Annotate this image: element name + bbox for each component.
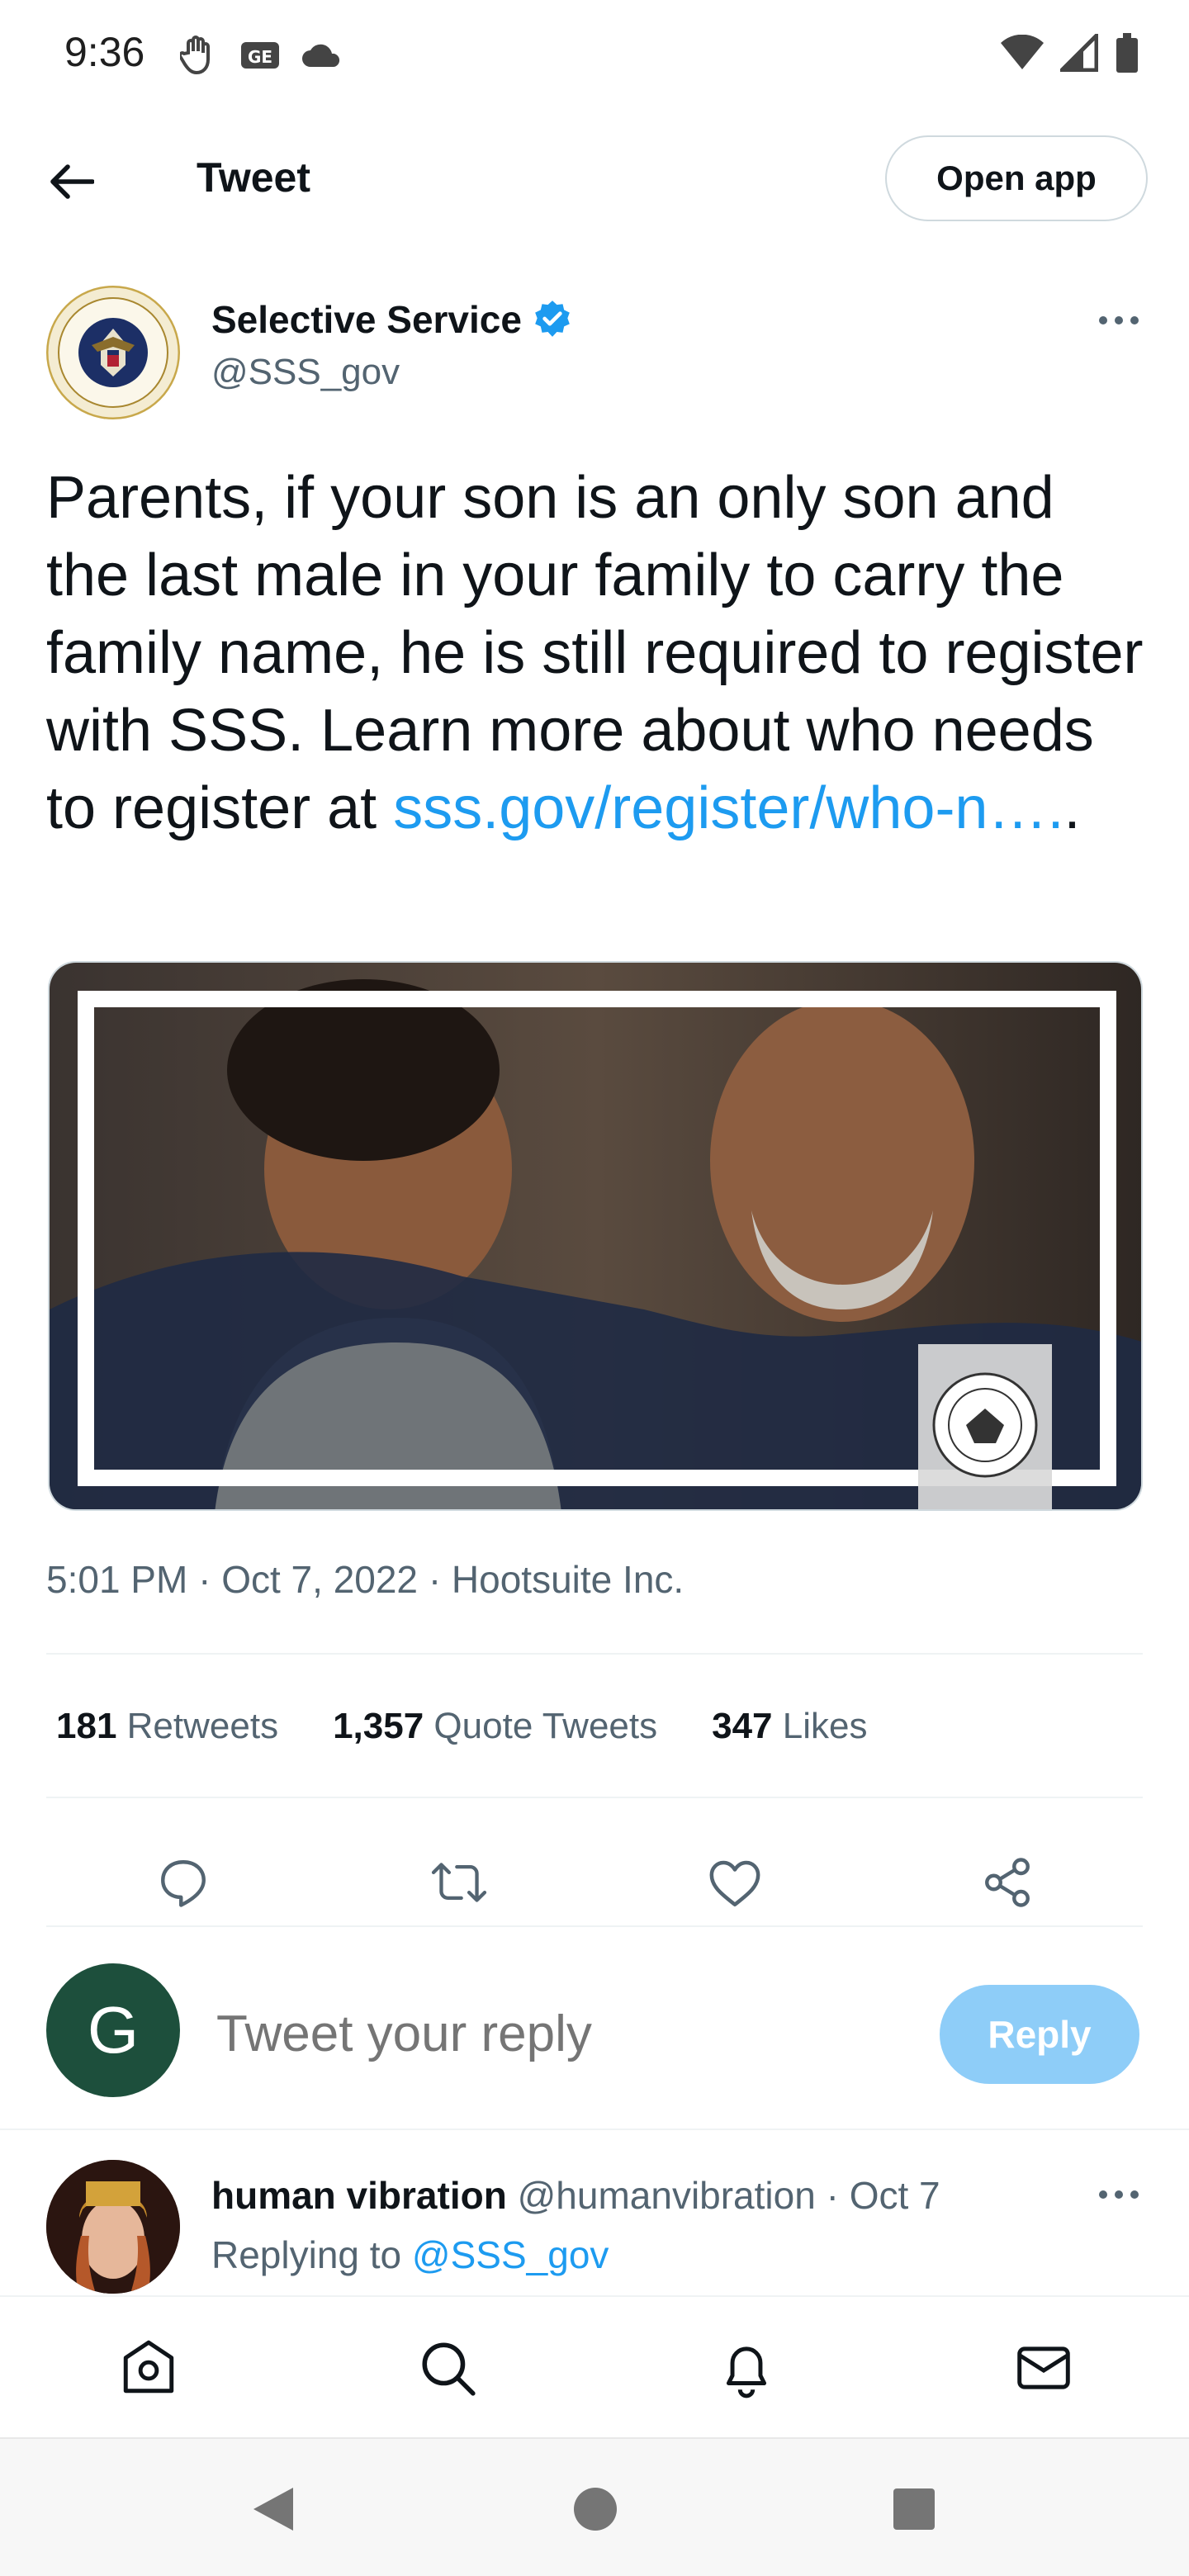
reply-date[interactable]: Oct 7 bbox=[850, 2174, 940, 2217]
comment-icon bbox=[161, 1860, 206, 1907]
signal-icon bbox=[1060, 34, 1098, 72]
status-bar: 9:36 GE bbox=[0, 0, 1189, 107]
status-icons-left: GE bbox=[180, 33, 343, 78]
tweet-trailing: . bbox=[1063, 775, 1081, 841]
reply-tweet[interactable]: human vibration @humanvibration · Oct 7 … bbox=[0, 2130, 1189, 2295]
user-avatar[interactable]: G bbox=[46, 1963, 180, 2097]
circle-home-icon bbox=[574, 2488, 617, 2531]
divider bbox=[46, 1797, 1143, 1798]
like-action-button[interactable] bbox=[694, 1841, 776, 1924]
nav-search[interactable] bbox=[406, 2327, 489, 2409]
reply-more-options-button[interactable] bbox=[1092, 2180, 1146, 2209]
system-nav-bar bbox=[0, 2437, 1189, 2576]
share-action-button[interactable] bbox=[966, 1841, 1049, 1924]
status-icons-right bbox=[1001, 33, 1139, 73]
tweet-stats: 181 Retweets 1,357 Quote Tweets 347 Like… bbox=[56, 1706, 867, 1747]
reply-composer: G Reply bbox=[0, 1957, 1189, 2130]
page-title: Tweet bbox=[197, 154, 310, 201]
tweet-link[interactable]: sss.gov/register/who-n…. bbox=[393, 775, 1063, 841]
verified-badge-icon bbox=[535, 301, 570, 337]
square-recents-icon bbox=[893, 2488, 935, 2530]
more-options-button[interactable] bbox=[1092, 305, 1146, 335]
svg-text:GE: GE bbox=[248, 47, 272, 67]
media-photo bbox=[50, 963, 1141, 1509]
arrow-left-icon bbox=[50, 164, 94, 199]
retweets-stat[interactable]: 181 Retweets bbox=[56, 1706, 278, 1747]
bell-icon bbox=[726, 2346, 767, 2398]
retweets-label: Retweets bbox=[126, 1706, 279, 1746]
reply-header: human vibration @humanvibration · Oct 7 bbox=[211, 2173, 940, 2218]
quotes-count: 1,357 bbox=[333, 1706, 424, 1746]
quotes-label: Quote Tweets bbox=[433, 1706, 658, 1746]
system-recents-button[interactable] bbox=[877, 2472, 951, 2546]
meta-separator: · bbox=[826, 2174, 839, 2217]
reply-avatar-image bbox=[46, 2160, 180, 2294]
triangle-back-icon bbox=[253, 2488, 293, 2531]
retweet-icon bbox=[431, 1863, 487, 1902]
more-dots-icon bbox=[1099, 2190, 1139, 2199]
author-name-text: Selective Service bbox=[211, 298, 522, 341]
retweets-count: 181 bbox=[56, 1706, 117, 1746]
mail-icon bbox=[1017, 2346, 1070, 2389]
system-back-button[interactable] bbox=[236, 2472, 310, 2546]
nav-notifications[interactable] bbox=[705, 2327, 788, 2409]
system-home-button[interactable] bbox=[558, 2472, 632, 2546]
home-icon bbox=[123, 2340, 174, 2394]
replying-to-handle[interactable]: @SSS_gov bbox=[412, 2233, 609, 2276]
reply-button[interactable]: Reply bbox=[940, 1985, 1139, 2084]
likes-stat[interactable]: 347 Likes bbox=[712, 1706, 867, 1747]
reply-input[interactable] bbox=[216, 2005, 844, 2063]
divider bbox=[46, 1925, 1143, 1927]
author-name[interactable]: Selective Service bbox=[211, 297, 573, 342]
reply-author-avatar[interactable] bbox=[46, 2160, 180, 2294]
author-handle[interactable]: @SSS_gov bbox=[211, 352, 400, 393]
bottom-nav bbox=[0, 2295, 1189, 2437]
hand-icon bbox=[180, 36, 210, 75]
retweet-action-button[interactable] bbox=[418, 1841, 500, 1924]
likes-label: Likes bbox=[782, 1706, 868, 1746]
meta-separator: · bbox=[198, 1558, 211, 1601]
nav-home[interactable] bbox=[107, 2327, 190, 2409]
cloud-icon bbox=[302, 44, 340, 67]
meta-separator: · bbox=[428, 1558, 442, 1601]
battery-icon bbox=[1116, 33, 1138, 73]
replying-prefix: Replying to bbox=[211, 2233, 402, 2276]
share-icon bbox=[985, 1858, 1030, 1907]
replying-to: Replying to @SSS_gov bbox=[211, 2233, 609, 2277]
tweet-author: Selective Service @SSS_gov bbox=[0, 281, 1189, 421]
wifi-icon bbox=[1001, 35, 1044, 69]
tweet-header: Tweet Open app bbox=[0, 124, 1189, 231]
reply-action-button[interactable] bbox=[142, 1841, 225, 1924]
likes-count: 347 bbox=[712, 1706, 773, 1746]
reply-author-name[interactable]: human vibration bbox=[211, 2174, 507, 2217]
tweet-text: Parents, if your son is an only son and … bbox=[46, 459, 1153, 847]
tweet-time[interactable]: 5:01 PM bbox=[46, 1558, 187, 1601]
tweet-date[interactable]: Oct 7, 2022 bbox=[221, 1558, 418, 1601]
status-time: 9:36 bbox=[64, 29, 145, 75]
back-button[interactable] bbox=[43, 153, 101, 211]
tweet-media-image[interactable] bbox=[48, 961, 1143, 1511]
divider bbox=[46, 1653, 1143, 1655]
ge-badge-icon: GE bbox=[241, 42, 279, 69]
quotes-stat[interactable]: 1,357 Quote Tweets bbox=[333, 1706, 657, 1747]
tweet-meta: 5:01 PM · Oct 7, 2022 · Hootsuite Inc. bbox=[46, 1557, 684, 1602]
avatar[interactable] bbox=[46, 286, 180, 419]
open-app-button[interactable]: Open app bbox=[885, 135, 1148, 221]
tweet-actions bbox=[0, 1833, 1189, 1932]
reply-author-handle[interactable]: @humanvibration bbox=[518, 2174, 816, 2217]
search-icon bbox=[422, 2342, 476, 2396]
more-dots-icon bbox=[1099, 316, 1139, 324]
tweet-source: Hootsuite Inc. bbox=[451, 1558, 685, 1601]
nav-messages[interactable] bbox=[1002, 2327, 1085, 2409]
heart-icon bbox=[709, 1860, 760, 1907]
